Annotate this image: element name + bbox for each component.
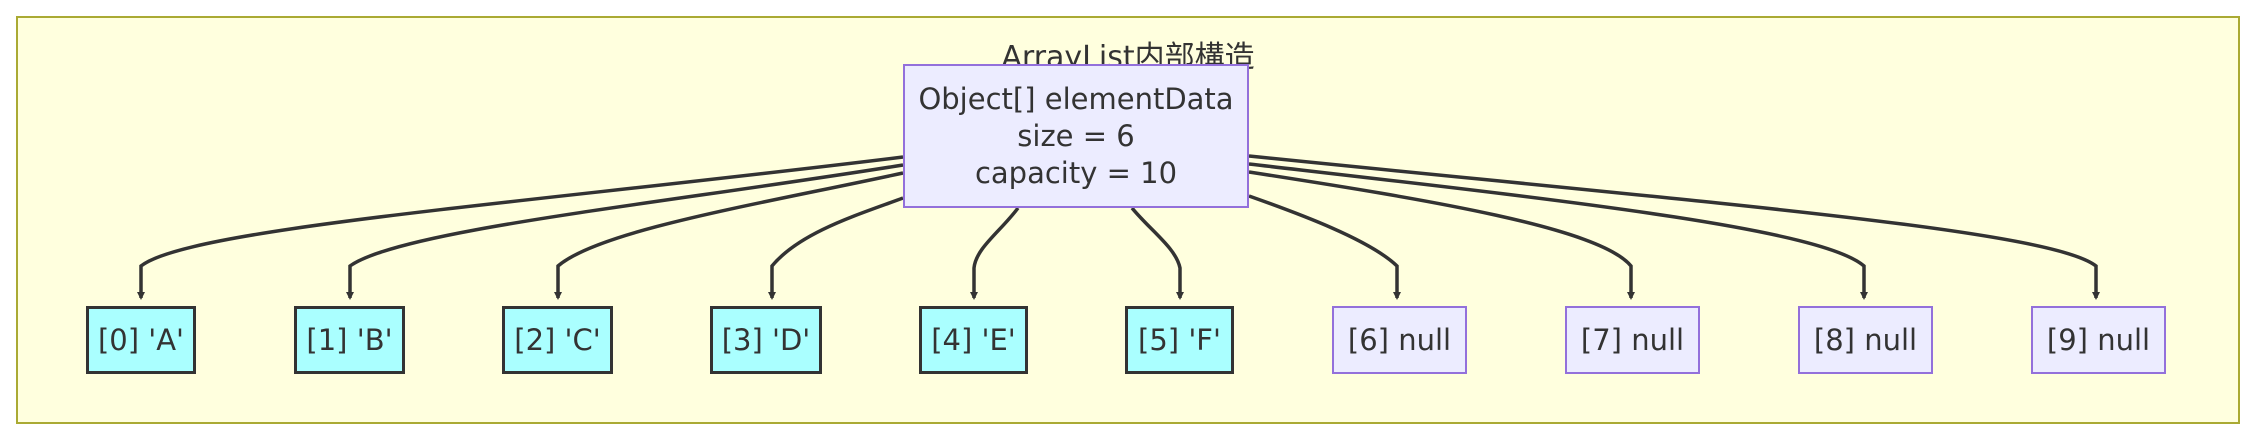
array-slot-label: [4] 'E': [931, 322, 1016, 357]
capacity-label: capacity = 10: [974, 155, 1178, 190]
array-slot-label: [5] 'F': [1138, 322, 1221, 357]
element-data-node: Object[] elementData size = 6 capacity =…: [903, 64, 1249, 208]
array-slot-label: [9] null: [2046, 322, 2151, 357]
array-slot-5: [5] 'F': [1125, 306, 1234, 374]
array-slot-6: [6] null: [1332, 306, 1467, 374]
array-slot-4: [4] 'E': [919, 306, 1028, 374]
array-slot-label: [1] 'B': [306, 322, 393, 357]
array-slot-1: [1] 'B': [294, 306, 405, 374]
array-slot-9: [9] null: [2031, 306, 2166, 374]
size-label: size = 6: [1017, 118, 1135, 153]
array-slot-8: [8] null: [1798, 306, 1933, 374]
array-slot-label: [3] 'D': [721, 322, 811, 357]
edge-to-slot-0: [137, 155, 904, 300]
array-slot-0: [0] 'A': [86, 306, 196, 374]
element-data-label: Object[] elementData: [918, 81, 1234, 116]
array-slot-3: [3] 'D': [710, 306, 822, 374]
array-slot-7: [7] null: [1565, 306, 1700, 374]
edge-to-slot-5: [1130, 206, 1184, 300]
array-slot-2: [2] 'C': [502, 306, 613, 374]
edge-to-slot-3: [768, 196, 904, 300]
array-slot-label: [7] null: [1580, 322, 1685, 357]
array-slot-label: [6] null: [1347, 322, 1452, 357]
edge-to-slot-6: [1248, 194, 1401, 300]
array-slot-label: [8] null: [1813, 322, 1918, 357]
edge-to-slot-7: [1248, 170, 1635, 300]
array-slot-label: [2] 'C': [514, 322, 601, 357]
edge-to-slot-4: [970, 206, 1020, 300]
array-slot-label: [0] 'A': [97, 322, 185, 357]
